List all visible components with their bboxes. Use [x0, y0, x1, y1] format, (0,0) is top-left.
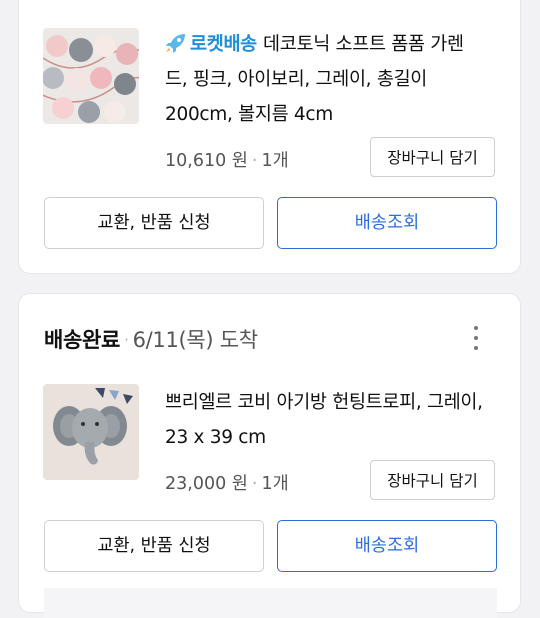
product-price: 23,000 원 — [165, 474, 248, 494]
product-quantity: 1개 — [261, 474, 289, 494]
more-vertical-icon[interactable] — [464, 326, 488, 354]
status-label: 배송완료 — [44, 328, 121, 352]
product-title-line: 데코토닉 소프트 폼폼 가렌 — [263, 34, 464, 55]
rocket-badge-label: 로켓배송 — [190, 34, 257, 55]
return-request-button[interactable]: 교환, 반품 신청 — [44, 197, 264, 249]
add-to-cart-button[interactable]: 장바구니 담기 — [370, 460, 495, 500]
track-delivery-button[interactable]: 배송조회 — [277, 520, 497, 572]
product-thumbnail[interactable] — [43, 384, 139, 480]
add-to-cart-button[interactable]: 장바구니 담기 — [370, 137, 495, 177]
product-title-line: 쁘리엘르 코비 아기방 헌팅트로피, 그레이, — [165, 392, 483, 413]
product-price: 10,610 원 — [165, 151, 248, 171]
product-title-line: 드, 핑크, 아이보리, 그레이, 총길이 — [165, 69, 428, 90]
arrival-date: 6/11(목) 도착 — [132, 328, 258, 352]
product-thumbnail[interactable] — [43, 28, 139, 124]
product-title-line: 23 x 39 cm — [165, 427, 266, 448]
separator-dot: · — [251, 151, 258, 171]
elephant-trophy-image — [43, 384, 139, 480]
order-card: 배송완료 · 6/11(목) 도착 쁘리엘르 코비 아기방 헌팅트로피, 그레이, … — [18, 293, 521, 618]
separator-dot: · — [124, 331, 129, 349]
pompom-garland-image — [43, 28, 139, 124]
rocket-icon — [166, 34, 185, 53]
price-quantity: 23,000 원 · 1개 — [165, 470, 289, 495]
price-quantity: 10,610 원 · 1개 — [165, 147, 289, 172]
product-title-line: 200cm, 볼지름 4cm — [165, 104, 333, 125]
product-quantity: 1개 — [261, 151, 289, 171]
product-title[interactable]: 로켓배송 데코토닉 소프트 폼폼 가렌 드, 핑크, 아이보리, 그레이, 총길… — [165, 27, 500, 132]
rocket-delivery-badge: 로켓배송 — [165, 34, 263, 55]
return-request-button[interactable]: 교환, 반품 신청 — [44, 520, 264, 572]
order-card: 로켓배송 데코토닉 소프트 폼폼 가렌 드, 핑크, 아이보리, 그레이, 총길… — [18, 0, 521, 274]
separator-dot: · — [251, 474, 258, 494]
delivery-status: 배송완료 · 6/11(목) 도착 — [44, 324, 258, 354]
product-title[interactable]: 쁘리엘르 코비 아기방 헌팅트로피, 그레이, 23 x 39 cm — [165, 385, 500, 455]
track-delivery-button[interactable]: 배송조회 — [277, 197, 497, 249]
